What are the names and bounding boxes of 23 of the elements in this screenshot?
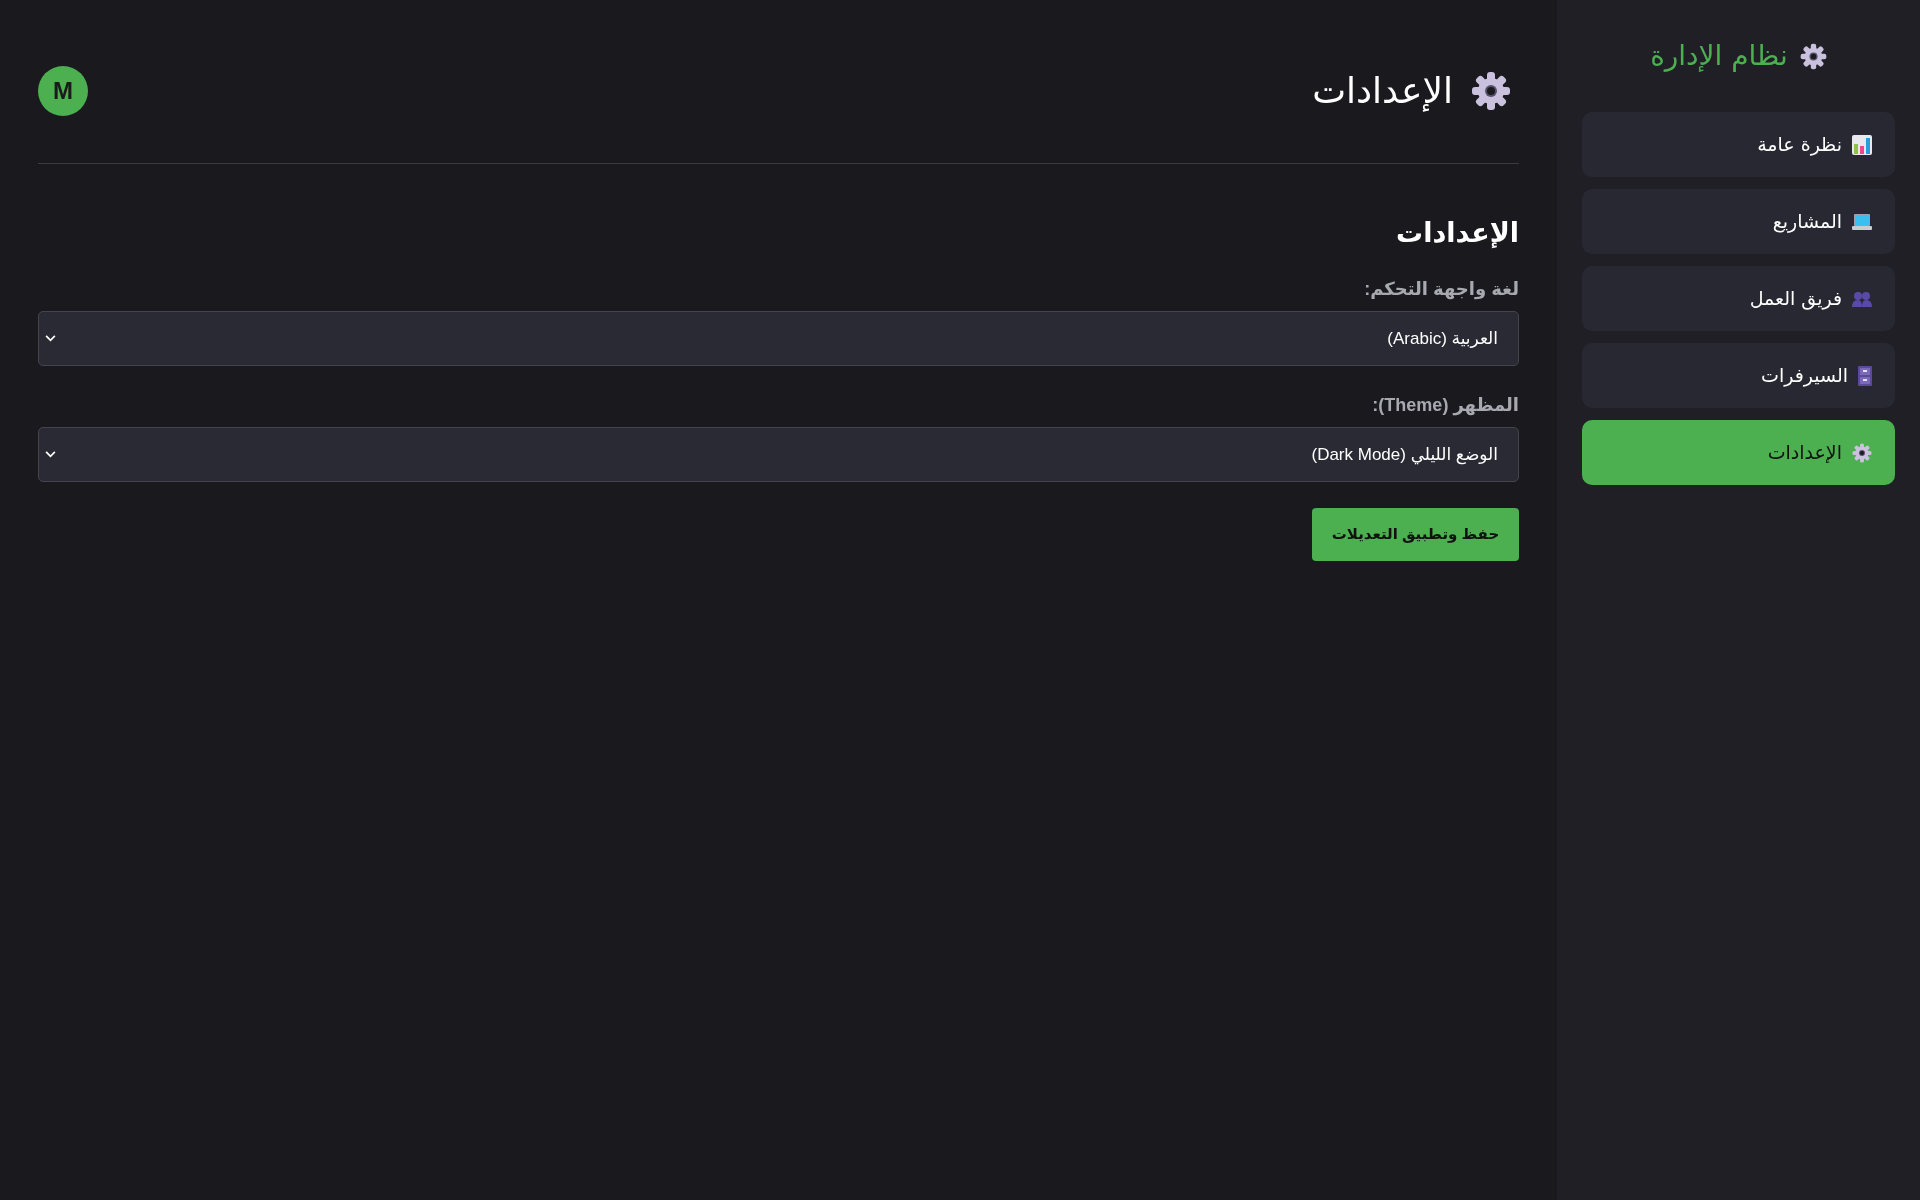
nav-item[interactable]: السيرفرات [1582, 343, 1895, 408]
section-heading: الإعدادات [1396, 217, 1519, 250]
page-title: الإعدادات [1312, 69, 1453, 113]
people-icon [1852, 290, 1872, 307]
laptop-icon [1852, 211, 1872, 232]
nav-item[interactable]: الإعدادات [1582, 420, 1895, 485]
field-label: لغة واجهة التحكم: [1364, 278, 1519, 300]
cabinet-icon [1858, 365, 1872, 386]
user-avatar[interactable]: M [38, 66, 88, 116]
nav-item[interactable]: المشاريع [1582, 189, 1895, 254]
dropdown-select[interactable]: الوضع الليلي (Dark Mode) [38, 427, 1519, 482]
chevron-down-icon [45, 335, 56, 342]
chevron-down-icon [45, 451, 56, 458]
nav-item[interactable]: نظرة عامة [1582, 112, 1895, 177]
gear-icon [1799, 42, 1827, 70]
dropdown-select[interactable]: العربية (Arabic) [38, 311, 1519, 366]
bar-chart-icon [1852, 134, 1872, 155]
gear-icon [1852, 442, 1872, 463]
app-title: نظام الإدارة [1650, 39, 1788, 73]
save-button[interactable]: حفظ وتطبيق التعديلات [1312, 508, 1519, 561]
gear-icon [1471, 71, 1511, 111]
nav-item[interactable]: فريق العمل [1582, 266, 1895, 331]
field-label: المظهر (Theme): [1372, 394, 1519, 416]
